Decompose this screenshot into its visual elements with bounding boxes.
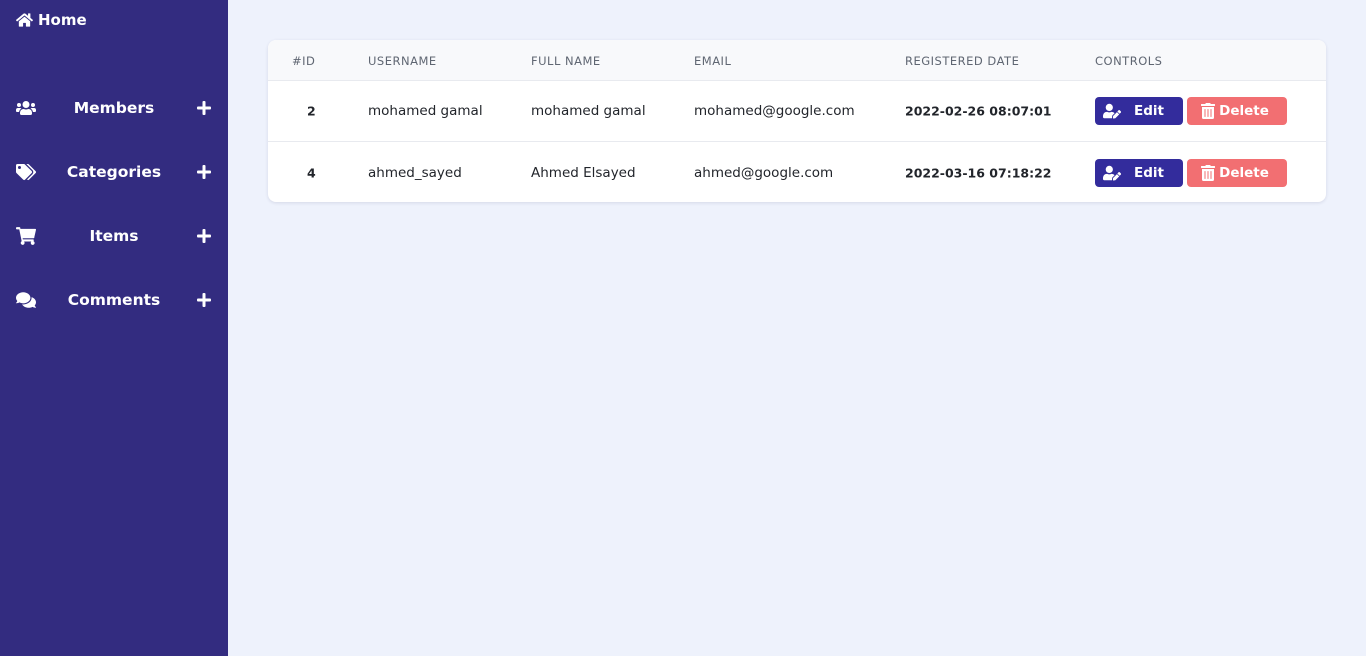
cart-icon (16, 227, 36, 245)
column-header-id: #ID (292, 54, 316, 68)
edit-button[interactable]: Edit (1095, 158, 1183, 187)
sidebar: Home Members Categories Items Comments (0, 0, 228, 656)
delete-label: Delete (1219, 103, 1269, 119)
delete-button[interactable]: Delete (1187, 158, 1287, 187)
table-row: 4 ahmed_sayed Ahmed Elsayed ahmed@google… (268, 142, 1326, 202)
home-link[interactable]: Home (16, 11, 87, 29)
cell-full-name: mohamed gamal (531, 103, 646, 119)
tags-icon (16, 163, 36, 181)
table-row: 2 mohamed gamal mohamed gamal mohamed@go… (268, 81, 1326, 142)
sidebar-item-comments[interactable]: Comments (0, 280, 228, 320)
plus-icon[interactable] (196, 292, 212, 308)
column-header-username: USERNAME (368, 54, 437, 68)
cell-username: ahmed_sayed (368, 164, 462, 181)
cell-email: ahmed@google.com (694, 164, 834, 181)
home-icon (16, 13, 33, 27)
plus-icon[interactable] (196, 100, 212, 116)
comments-icon (16, 291, 36, 309)
edit-label: Edit (1134, 164, 1164, 181)
cell-email: mohamed@google.com (694, 103, 855, 119)
edit-button[interactable]: Edit (1095, 97, 1183, 125)
sidebar-item-members[interactable]: Members (0, 88, 228, 128)
column-header-controls: CONTROLS (1095, 54, 1163, 68)
column-header-email: EMAIL (694, 54, 732, 68)
members-table: #ID USERNAME FULL NAME EMAIL REGISTERED … (268, 40, 1326, 202)
sidebar-item-label: Categories (66, 163, 162, 181)
edit-label: Edit (1134, 103, 1164, 119)
users-icon (16, 99, 36, 117)
sidebar-item-label: Comments (67, 291, 161, 309)
table-header: #ID USERNAME FULL NAME EMAIL REGISTERED … (268, 40, 1326, 81)
plus-icon[interactable] (196, 164, 212, 180)
cell-full-name: Ahmed Elsayed (531, 164, 636, 181)
sidebar-item-label: Members (73, 99, 155, 117)
plus-icon[interactable] (196, 228, 212, 244)
cell-id: 2 (307, 103, 316, 119)
sidebar-item-categories[interactable]: Categories (0, 152, 228, 192)
delete-label: Delete (1219, 164, 1269, 181)
column-header-registered-date: REGISTERED DATE (905, 54, 1020, 68)
cell-id: 4 (307, 165, 316, 180)
cell-registered-date: 2022-02-26 08:07:01 (905, 103, 1052, 119)
column-header-full-name: FULL NAME (531, 54, 601, 68)
sidebar-item-items[interactable]: Items (0, 216, 228, 256)
cell-registered-date: 2022-03-16 07:18:22 (905, 165, 1052, 180)
sidebar-item-label: Items (89, 227, 139, 245)
cell-username: mohamed gamal (368, 103, 483, 119)
delete-button[interactable]: Delete (1187, 97, 1287, 125)
home-label: Home (38, 11, 87, 29)
